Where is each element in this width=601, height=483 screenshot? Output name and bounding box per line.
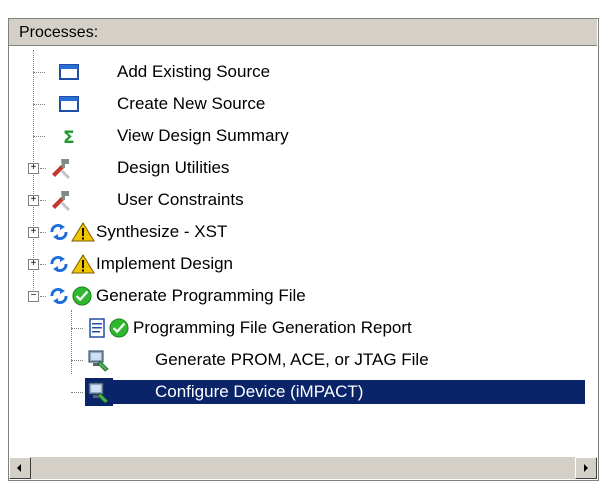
tree-item-create-new-source[interactable]: Create New Source bbox=[9, 88, 597, 120]
device-icon bbox=[88, 350, 109, 372]
tree-item-label: Generate PROM, ACE, or JTAG File bbox=[155, 350, 429, 369]
tree-connector bbox=[40, 168, 46, 169]
sync-icon bbox=[50, 256, 68, 272]
check-icon bbox=[109, 318, 129, 338]
tree-item-generate-programming-file[interactable]: − Generate Programming File bbox=[9, 280, 597, 312]
tree-item-design-utilities[interactable]: + Design Utilities bbox=[9, 152, 597, 184]
warning-icon bbox=[71, 254, 95, 274]
scroll-right-arrow-icon bbox=[584, 464, 588, 472]
expand-plus-icon[interactable]: + bbox=[28, 259, 39, 270]
tree-item-generate-prom-ace-jtag[interactable]: Generate PROM, ACE, or JTAG File bbox=[9, 344, 597, 376]
tree-connector bbox=[40, 232, 46, 233]
check-icon bbox=[72, 286, 92, 306]
tree-item-label: View Design Summary bbox=[117, 126, 289, 145]
tree-connector bbox=[71, 328, 83, 329]
tools-icon bbox=[52, 191, 70, 211]
tree-connector bbox=[40, 264, 46, 265]
collapse-minus-icon[interactable]: − bbox=[28, 291, 39, 302]
tree-item-label: Synthesize - XST bbox=[96, 222, 228, 241]
expand-plus-icon[interactable]: + bbox=[28, 227, 39, 238]
tree-item-label: User Constraints bbox=[117, 190, 244, 209]
tree-item-label: Create New Source bbox=[117, 94, 266, 113]
tree-item-label: Programming File Generation Report bbox=[133, 318, 412, 337]
tree-item-label: Generate Programming File bbox=[96, 286, 306, 305]
tree-item-implement-design[interactable]: + Implement Design bbox=[9, 248, 597, 280]
sync-icon bbox=[50, 224, 68, 240]
source-window-icon bbox=[59, 64, 79, 80]
tree-item-add-existing-source[interactable]: Add Existing Source bbox=[9, 56, 597, 88]
tree-connector bbox=[71, 360, 83, 361]
tree-item-view-design-summary[interactable]: Σ View Design Summary bbox=[9, 120, 597, 152]
tree-item-programming-file-generation-report[interactable]: Programming File Generation Report bbox=[9, 312, 597, 344]
tree-connector bbox=[33, 104, 45, 105]
tree-item-label: Configure Device (iMPACT) bbox=[113, 380, 585, 404]
expand-plus-icon[interactable]: + bbox=[28, 195, 39, 206]
tree-connector bbox=[40, 200, 46, 201]
sync-icon bbox=[50, 288, 68, 304]
sigma-icon: Σ bbox=[63, 128, 75, 146]
svg-text:Σ: Σ bbox=[63, 128, 75, 146]
tree-connector bbox=[40, 296, 46, 297]
tree-connector bbox=[33, 72, 45, 73]
process-tree[interactable]: Add Existing Source Create New Source Σ … bbox=[9, 46, 597, 456]
tree-connector bbox=[33, 136, 45, 137]
processes-title: Processes: bbox=[19, 24, 99, 41]
tree-item-label: Implement Design bbox=[96, 254, 234, 273]
tree-connector bbox=[71, 392, 83, 393]
horizontal-scrollbar[interactable] bbox=[9, 456, 597, 479]
tree-item-user-constraints[interactable]: + User Constraints bbox=[9, 184, 597, 216]
scroll-right-button[interactable] bbox=[575, 457, 597, 479]
tree-item-label: Design Utilities bbox=[117, 158, 230, 177]
scroll-left-button[interactable] bbox=[9, 457, 31, 479]
device-icon bbox=[88, 382, 109, 404]
tree-item-label: Add Existing Source bbox=[117, 62, 271, 81]
tree-item-synthesize-xst[interactable]: + Synthesize - XST bbox=[9, 216, 597, 248]
warning-icon bbox=[71, 222, 95, 242]
source-window-icon bbox=[59, 96, 79, 112]
report-icon bbox=[89, 318, 105, 338]
tools-icon bbox=[52, 159, 70, 179]
window-top-strip bbox=[0, 0, 601, 8]
tree-item-configure-device-impact[interactable]: Configure Device (iMPACT) bbox=[9, 376, 597, 408]
processes-window: Processes: Add Existing Source Create Ne… bbox=[0, 0, 601, 483]
processes-header: Processes: bbox=[9, 19, 597, 46]
scroll-left-arrow-icon bbox=[17, 464, 21, 472]
expand-plus-icon[interactable]: + bbox=[28, 163, 39, 174]
